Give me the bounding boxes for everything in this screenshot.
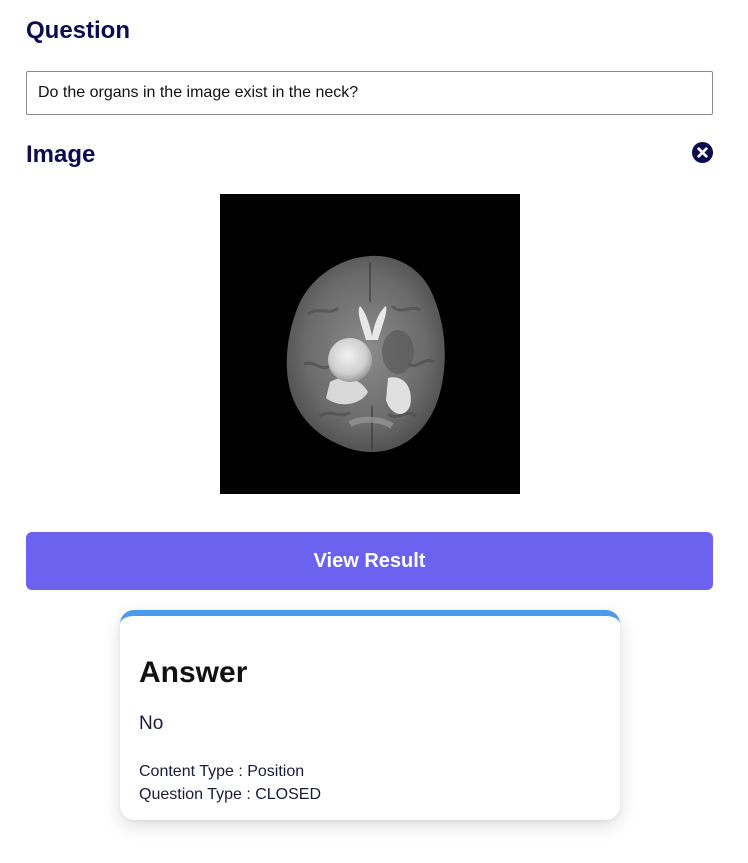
answer-value: No [139, 713, 164, 734]
close-circle-icon[interactable] [691, 141, 714, 164]
vqa-page: Question Image [0, 0, 748, 863]
question-heading: Question [26, 17, 131, 44]
view-result-button[interactable]: View Result [26, 532, 713, 590]
question-type-label: Question Type : CLOSED [139, 786, 322, 803]
brain-mri-illustration [286, 255, 445, 452]
answer-title: Answer [139, 656, 248, 689]
image-heading: Image [26, 141, 96, 168]
answer-card: Answer No Content Type : Position Questi… [120, 610, 620, 820]
question-input[interactable] [26, 71, 713, 115]
content-type-label: Content Type : Position [139, 763, 305, 780]
mri-image [220, 194, 520, 494]
